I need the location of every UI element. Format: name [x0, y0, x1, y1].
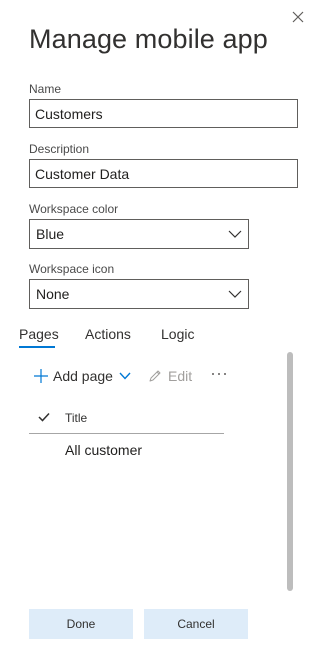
chevron-down-icon	[228, 230, 242, 238]
tab-pages[interactable]: Pages	[19, 326, 59, 342]
ellipsis-icon	[212, 373, 226, 375]
panel-title: Manage mobile app	[29, 24, 268, 54]
title-column-header[interactable]: Title	[65, 411, 87, 425]
cancel-button[interactable]: Cancel	[144, 609, 248, 639]
done-button[interactable]: Done	[29, 609, 133, 639]
selected-tab-indicator	[19, 346, 55, 348]
name-input[interactable]	[29, 99, 298, 128]
description-label: Description	[29, 142, 90, 156]
workspace-icon-value: None	[36, 286, 70, 302]
description-input[interactable]	[29, 159, 298, 188]
list-item[interactable]: All customer	[29, 436, 224, 464]
name-label: Name	[29, 82, 62, 96]
close-icon	[292, 11, 304, 23]
add-page-button[interactable]: Add page	[34, 366, 131, 386]
edit-button[interactable]: Edit	[148, 366, 192, 386]
workspace-color-label: Workspace color	[29, 202, 119, 216]
checkmark-icon[interactable]	[38, 412, 50, 422]
pencil-icon	[149, 370, 161, 382]
scrollbar[interactable]	[287, 352, 293, 591]
tab-actions[interactable]: Actions	[85, 326, 131, 342]
pages-list-header: Title	[29, 404, 224, 434]
close-button[interactable]	[290, 9, 306, 25]
more-options-button[interactable]	[210, 367, 228, 381]
workspace-color-dropdown[interactable]: Blue	[29, 219, 249, 249]
page-title-cell: All customer	[65, 442, 143, 458]
edit-label: Edit	[168, 368, 193, 384]
workspace-color-value: Blue	[36, 226, 65, 242]
tab-logic[interactable]: Logic	[161, 326, 194, 342]
chevron-down-icon	[228, 290, 242, 298]
plus-icon	[34, 369, 48, 383]
workspace-icon-label: Workspace icon	[29, 262, 115, 276]
add-page-label: Add page	[53, 368, 113, 384]
chevron-down-icon	[119, 372, 131, 380]
workspace-icon-dropdown[interactable]: None	[29, 279, 249, 309]
